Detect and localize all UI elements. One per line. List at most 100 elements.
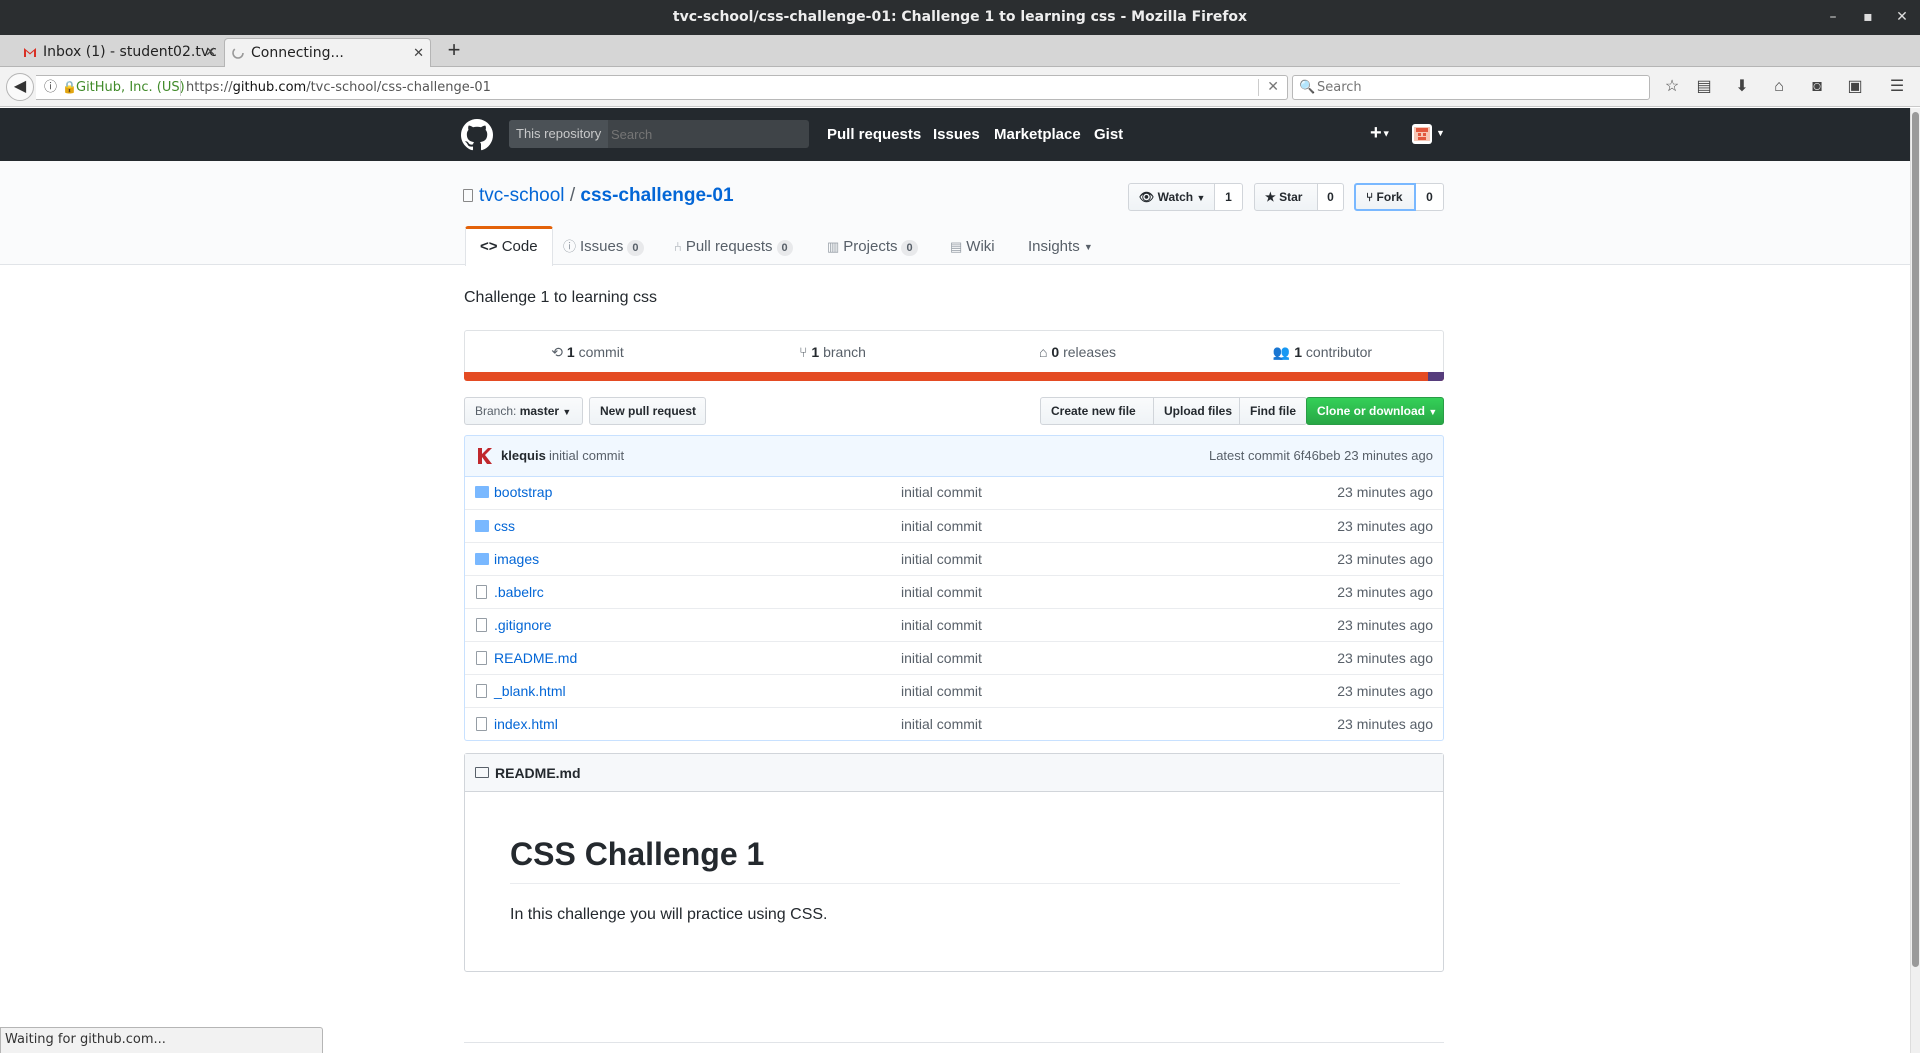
tab-connecting[interactable]: Connecting... ✕ bbox=[224, 38, 431, 67]
repo-name-link[interactable]: css-challenge-01 bbox=[580, 185, 733, 206]
header-search-input[interactable] bbox=[611, 124, 801, 144]
watch-button[interactable]: 👁 Watch ▼ bbox=[1128, 183, 1215, 211]
info-icon[interactable]: ⓘ bbox=[44, 76, 57, 99]
bookmark-star-icon[interactable]: ☆ bbox=[1660, 76, 1684, 98]
file-name-link[interactable]: index.html bbox=[494, 708, 558, 740]
branches-link[interactable]: ⑂ 1 branch bbox=[710, 331, 955, 373]
file-commit-message[interactable]: initial commit bbox=[901, 510, 982, 542]
create-new-file-button[interactable]: Create new file bbox=[1040, 397, 1154, 425]
url-bar[interactable]: ⓘ 🔒 GitHub, Inc. (US) https://github.com… bbox=[36, 75, 1288, 100]
file-name-link[interactable]: images bbox=[494, 543, 539, 575]
commit-author[interactable]: klequis bbox=[501, 436, 546, 476]
file-commit-message[interactable]: initial commit bbox=[901, 543, 982, 575]
file-commit-message[interactable]: initial commit bbox=[901, 708, 982, 740]
pull-requests-counter: 0 bbox=[776, 240, 793, 256]
nav-marketplace[interactable]: Marketplace bbox=[994, 126, 1081, 143]
minimize-icon[interactable]: – bbox=[1818, 0, 1848, 35]
caret-down-icon: ▼ bbox=[1196, 192, 1206, 203]
browser-search-input[interactable] bbox=[1317, 77, 1637, 98]
fork-button[interactable]: ⑂ Fork bbox=[1354, 183, 1416, 211]
header-search[interactable]: This repository bbox=[509, 120, 809, 148]
star-count[interactable]: 0 bbox=[1318, 183, 1344, 211]
nav-gist[interactable]: Gist bbox=[1094, 126, 1123, 143]
file-name-link[interactable]: _blank.html bbox=[494, 675, 566, 707]
nav-pull-requests[interactable]: Pull requests bbox=[827, 126, 921, 143]
github-logo-icon[interactable] bbox=[461, 119, 493, 151]
stop-icon[interactable]: ✕ bbox=[1267, 76, 1279, 99]
commit-message[interactable]: initial commit bbox=[549, 436, 624, 476]
pocket-icon[interactable]: ◙ bbox=[1805, 76, 1829, 98]
star-button[interactable]: ★ Star bbox=[1254, 183, 1318, 211]
file-name-link[interactable]: .babelrc bbox=[494, 576, 544, 608]
file-icon bbox=[476, 585, 487, 599]
nav-issues[interactable]: Issues bbox=[933, 126, 980, 143]
tab-close-icon[interactable]: ✕ bbox=[205, 38, 216, 67]
scrollbar-thumb[interactable] bbox=[1912, 112, 1919, 967]
reading-list-icon[interactable]: ▤ bbox=[1692, 76, 1716, 98]
tab-code[interactable]: <> Code bbox=[465, 226, 553, 266]
avatar-caret-icon[interactable]: ▼ bbox=[1436, 124, 1445, 141]
browser-search-bar[interactable]: 🔍 bbox=[1292, 75, 1650, 100]
book-icon bbox=[475, 767, 489, 778]
contributors-link[interactable]: 👥 1 contributor bbox=[1200, 331, 1445, 373]
tab-inbox[interactable]: Inbox (1) - student02.tvc ✕ bbox=[17, 38, 222, 67]
tab-issues[interactable]: ⓘ Issues 0 bbox=[563, 229, 644, 265]
new-pull-request-button[interactable]: New pull request bbox=[589, 397, 706, 425]
file-commit-message[interactable]: initial commit bbox=[901, 675, 982, 707]
tab-pull-requests[interactable]: ⑃ Pull requests 0 bbox=[674, 229, 793, 265]
branch-select[interactable]: Branch: master ▼ bbox=[464, 397, 583, 425]
tab-projects[interactable]: ▥ Projects 0 bbox=[827, 229, 918, 265]
menu-icon[interactable]: ☰ bbox=[1885, 76, 1909, 98]
navigation-toolbar: ◀ ⓘ 🔒 GitHub, Inc. (US) https://github.c… bbox=[0, 67, 1920, 107]
file-name-link[interactable]: .gitignore bbox=[494, 609, 552, 641]
file-name-link[interactable]: README.md bbox=[494, 642, 577, 674]
site-identity[interactable]: GitHub, Inc. (US) bbox=[76, 76, 185, 99]
file-commit-message[interactable]: initial commit bbox=[901, 609, 982, 641]
tag-icon: ⌂ bbox=[1039, 344, 1048, 360]
releases-link[interactable]: ⌂ 0 releases bbox=[955, 331, 1200, 373]
create-new-menu[interactable]: +▼ bbox=[1370, 122, 1391, 145]
projects-counter: 0 bbox=[901, 240, 918, 256]
commit-meta[interactable]: Latest commit 6f46beb 23 minutes ago bbox=[1209, 436, 1433, 476]
fork-count[interactable]: 0 bbox=[1416, 183, 1444, 211]
page-scrollbar[interactable] bbox=[1910, 108, 1920, 1053]
avatar[interactable] bbox=[1412, 124, 1432, 144]
numbers-summary: ⟲ 1 commit ⑂ 1 branch ⌂ 0 releases 👥 1 c… bbox=[464, 330, 1444, 373]
tab-label: Connecting... bbox=[251, 45, 344, 61]
folder-icon bbox=[475, 520, 489, 532]
maximize-icon[interactable]: ▪ bbox=[1853, 0, 1883, 35]
search-scope-label: This repository bbox=[509, 120, 609, 148]
tab-strip: Inbox (1) - student02.tvc ✕ Connecting..… bbox=[0, 35, 1920, 67]
tab-close-icon[interactable]: ✕ bbox=[413, 39, 424, 67]
new-tab-button[interactable]: + bbox=[442, 37, 466, 65]
language-bar[interactable] bbox=[464, 372, 1444, 381]
tab-insights[interactable]: Insights ▼ bbox=[1028, 229, 1093, 265]
tab-wiki[interactable]: ▤ Wiki bbox=[950, 229, 995, 265]
find-file-button[interactable]: Find file bbox=[1239, 397, 1307, 425]
file-commit-message[interactable]: initial commit bbox=[901, 476, 982, 508]
home-icon[interactable]: ⌂ bbox=[1767, 76, 1791, 98]
back-button[interactable]: ◀ bbox=[6, 73, 34, 101]
star-icon: ★ bbox=[1265, 190, 1276, 204]
file-name-link[interactable]: bootstrap bbox=[494, 476, 552, 508]
watch-count[interactable]: 1 bbox=[1215, 183, 1243, 211]
downloads-icon[interactable]: ⬇ bbox=[1730, 76, 1754, 98]
file-icon bbox=[476, 618, 487, 632]
extension-icon[interactable]: ▣ bbox=[1843, 76, 1867, 98]
upload-files-button[interactable]: Upload files bbox=[1153, 397, 1240, 425]
url-text[interactable]: https://github.com/tvc-school/css-challe… bbox=[186, 76, 491, 99]
file-name-link[interactable]: css bbox=[494, 510, 515, 542]
author-avatar[interactable] bbox=[475, 446, 495, 466]
file-age: 23 minutes ago bbox=[1337, 716, 1433, 732]
clone-or-download-button[interactable]: Clone or download ▼ bbox=[1306, 397, 1444, 425]
file-age: 23 minutes ago bbox=[1337, 584, 1433, 600]
footer-divider bbox=[464, 1042, 1444, 1043]
file-icon bbox=[476, 717, 487, 731]
file-commit-message[interactable]: initial commit bbox=[901, 642, 982, 674]
commits-link[interactable]: ⟲ 1 commit bbox=[465, 331, 710, 373]
table-row: .gitignore initial commit 23 minutes ago bbox=[465, 608, 1443, 641]
url-separator bbox=[180, 79, 181, 96]
close-icon[interactable]: ✕ bbox=[1887, 0, 1917, 35]
repo-owner-link[interactable]: tvc-school bbox=[479, 185, 565, 206]
file-commit-message[interactable]: initial commit bbox=[901, 576, 982, 608]
